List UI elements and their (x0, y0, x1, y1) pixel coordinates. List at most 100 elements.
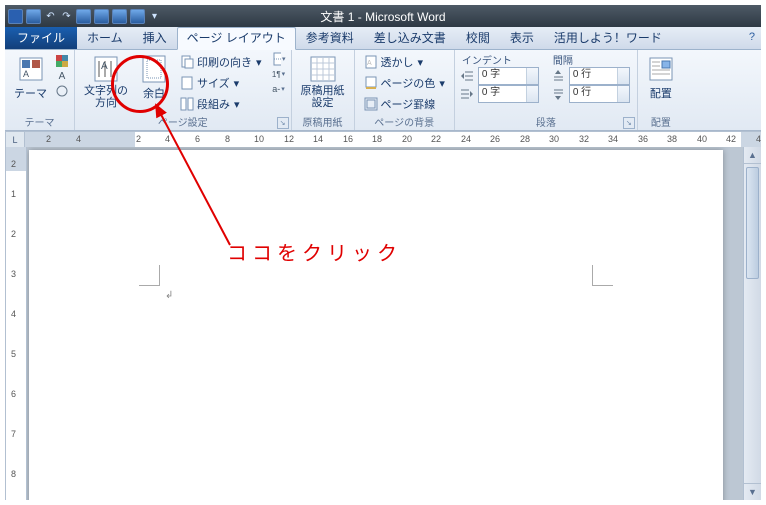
spacing-after-icon (551, 87, 565, 101)
orientation-button[interactable]: 印刷の向き▾ (176, 52, 266, 72)
watermark-label: 透かし (381, 54, 414, 70)
scroll-down-icon[interactable]: ▼ (744, 483, 761, 500)
theme-effects-icon[interactable] (55, 84, 69, 98)
spacing-before-icon (551, 69, 565, 83)
svg-text:A: A (23, 69, 29, 79)
position-icon (647, 55, 675, 83)
group-paragraph: インデント 0 字 0 字 間隔 0 行 (455, 50, 638, 130)
tab-home[interactable]: ホーム (77, 28, 133, 49)
ruler-h-num: 14 (313, 134, 323, 144)
page-border-icon (364, 97, 378, 111)
genkouyoshi-icon (309, 55, 337, 83)
qat-save-icon[interactable] (26, 9, 41, 24)
margins-icon (140, 55, 168, 83)
ruler-h-num: 36 (638, 134, 648, 144)
ruler-v-num: 4 (11, 309, 16, 319)
tab-view[interactable]: 表示 (500, 28, 544, 49)
ruler-h-num: 2 (46, 134, 51, 144)
ruler-h-num: 2 (136, 134, 141, 144)
spacing-before-input[interactable]: 0 行 (569, 67, 630, 85)
indent-left-input[interactable]: 0 字 (478, 67, 539, 85)
document-area: 212345678 ↲ ▲ ▼ (5, 147, 761, 500)
qat-button-2[interactable] (94, 9, 109, 24)
page-color-button[interactable]: ページの色▾ (360, 73, 449, 93)
text-direction-button[interactable]: A 文字列の 方向 (80, 52, 132, 112)
indent-right-icon (460, 87, 474, 101)
columns-button[interactable]: 段組み▾ (176, 94, 266, 114)
text-cursor: ↲ (165, 290, 173, 301)
indent-right-input[interactable]: 0 字 (478, 85, 539, 103)
group-page-background: A 透かし▾ ページの色▾ ページ罫線 ページの背景 (355, 50, 455, 130)
qat-redo-icon[interactable]: ↷ (60, 10, 73, 23)
breaks-icon[interactable]: ▾ (272, 52, 286, 66)
vertical-scrollbar[interactable]: ▲ ▼ (743, 147, 761, 500)
spacing-heading: 間隔 (551, 52, 632, 67)
tab-extra[interactable]: 活用しよう！ワード (544, 28, 672, 49)
qat-undo-icon[interactable]: ↶ (44, 10, 57, 23)
tab-review[interactable]: 校閲 (456, 28, 500, 49)
genkouyoshi-label: 原稿用紙 設定 (301, 85, 345, 109)
genkouyoshi-button[interactable]: 原稿用紙 設定 (297, 52, 349, 112)
ruler-v-num: 8 (11, 469, 16, 479)
ruler-h-num: 40 (697, 134, 707, 144)
scroll-up-icon[interactable]: ▲ (744, 147, 761, 164)
watermark-button[interactable]: A 透かし▾ (360, 52, 449, 72)
ruler-h-num: 42 (726, 134, 736, 144)
page-border-button[interactable]: ページ罫線 (360, 94, 449, 114)
orientation-label: 印刷の向き (197, 54, 252, 70)
ruler-h-num: 34 (608, 134, 618, 144)
group-page-setup: A 文字列の 方向 余白 印刷の向き▾ サイズ▾ (75, 50, 292, 130)
qat-button-3[interactable] (112, 9, 127, 24)
ribbon-tabs: ファイル ホーム 挿入 ページ レイアウト 参考資料 差し込み文書 校閲 表示 … (5, 27, 761, 50)
ruler-h-num: 8 (225, 134, 230, 144)
theme-colors-icon[interactable] (55, 54, 69, 68)
tab-references[interactable]: 参考資料 (296, 28, 364, 49)
ruler-h-num: 32 (579, 134, 589, 144)
scroll-thumb[interactable] (746, 167, 759, 279)
indent-left-icon (460, 69, 474, 83)
qat-button-4[interactable] (130, 9, 145, 24)
margins-button[interactable]: 余白 (136, 52, 172, 104)
tab-insert[interactable]: 挿入 (133, 28, 177, 49)
qat-dropdown-icon[interactable]: ▾ (148, 10, 161, 23)
group-page-background-label: ページの背景 (374, 114, 434, 130)
indent-heading: インデント (460, 52, 541, 67)
position-button[interactable]: 配置 (643, 52, 679, 104)
ruler-v-num: 3 (11, 269, 16, 279)
columns-label: 段組み (197, 96, 230, 112)
orientation-icon (180, 55, 194, 69)
help-icon[interactable]: ? (749, 31, 755, 43)
theme-fonts-icon[interactable]: A (55, 69, 69, 83)
ruler-h-num: 18 (372, 134, 382, 144)
title-bar: ↶ ↷ ▾ 文書 1 - Microsoft Word (5, 5, 761, 27)
hyphenation-icon[interactable]: a‑▾ (272, 82, 286, 96)
document-page[interactable]: ↲ (29, 150, 723, 500)
tab-file[interactable]: ファイル (5, 27, 77, 49)
page-border-label: ページ罫線 (381, 96, 436, 112)
group-theme-label: テーマ (25, 114, 55, 130)
page-color-icon (364, 76, 378, 90)
size-button[interactable]: サイズ▾ (176, 73, 266, 93)
tab-page-layout[interactable]: ページ レイアウト (177, 27, 296, 50)
qat-button-1[interactable] (76, 9, 91, 24)
position-label: 配置 (650, 85, 672, 101)
spacing-after-input[interactable]: 0 行 (569, 85, 630, 103)
theme-icon: A (17, 55, 45, 83)
ruler-h-num: 22 (431, 134, 441, 144)
vertical-ruler[interactable]: 212345678 (5, 147, 27, 500)
group-arrange: 配置 配置 (638, 50, 684, 130)
line-numbers-icon[interactable]: 1¶▾ (272, 67, 286, 81)
size-icon (180, 76, 194, 90)
paragraph-launcher[interactable]: ↘ (623, 117, 635, 129)
group-page-setup-label: ページ設定 (158, 114, 208, 130)
tab-mailings[interactable]: 差し込み文書 (364, 28, 456, 49)
svg-text:A: A (101, 61, 108, 72)
page-color-label: ページの色 (381, 75, 436, 91)
text-direction-label: 文字列の 方向 (84, 85, 128, 109)
ruler-v-num: 2 (11, 159, 16, 169)
ruler-v-num: 5 (11, 349, 16, 359)
page-setup-launcher[interactable]: ↘ (277, 117, 289, 129)
ruler-h-num: 26 (490, 134, 500, 144)
theme-label: テーマ (14, 85, 47, 101)
theme-button[interactable]: A テーマ (10, 52, 51, 104)
